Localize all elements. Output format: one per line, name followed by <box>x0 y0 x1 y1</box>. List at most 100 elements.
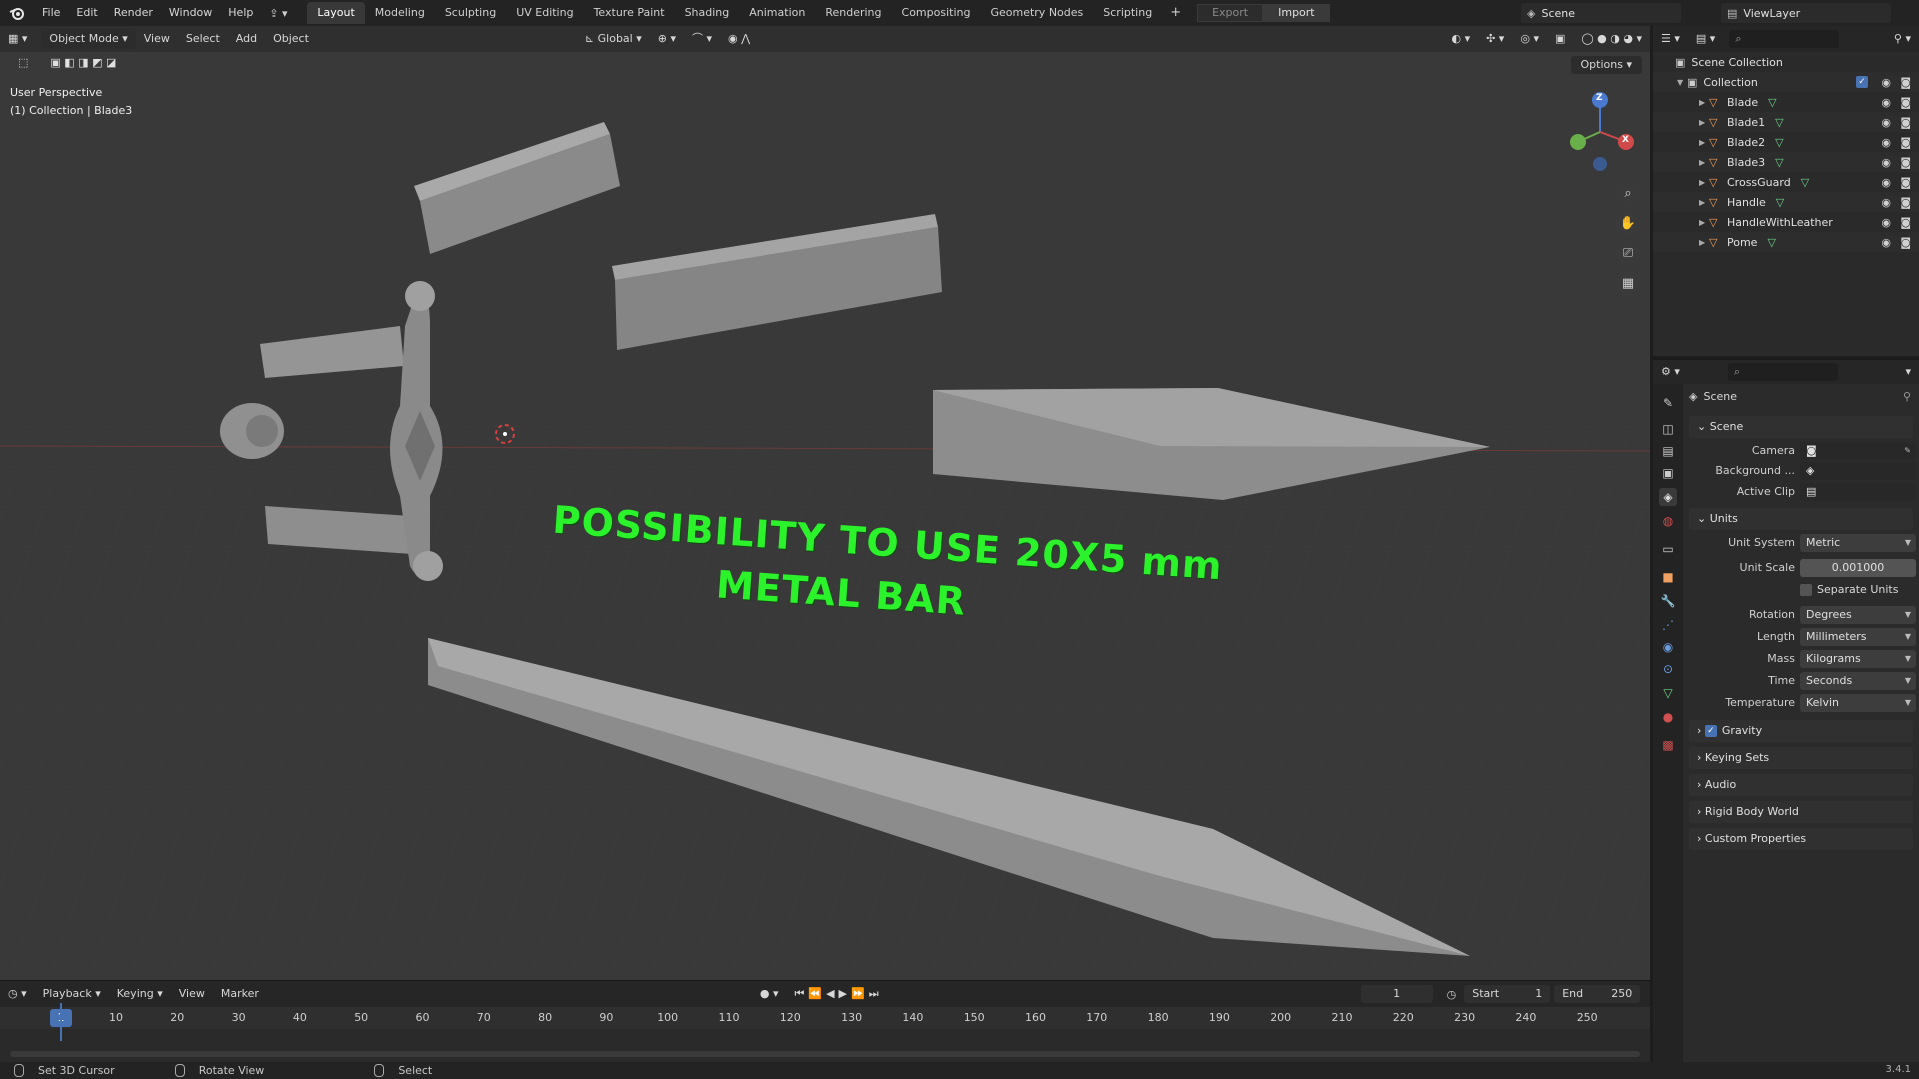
collection-checkbox[interactable]: ✓ <box>1856 76 1868 88</box>
tab-animation[interactable]: Animation <box>739 2 815 24</box>
temperature-select[interactable]: Kelvin ▼ <box>1800 694 1916 712</box>
texture-tab-icon[interactable]: ▩ <box>1659 736 1677 754</box>
outliner-item-handlewithleather[interactable]: ▶ ▽ HandleWithLeather ◉ ◙ <box>1653 212 1919 232</box>
modifier-tab-icon[interactable]: 🔧 <box>1659 592 1677 610</box>
view-layer-tab-icon[interactable]: ▣ <box>1659 464 1677 482</box>
tool-tab-icon[interactable]: ✎ <box>1659 394 1677 412</box>
physics-tab-icon[interactable]: ◉ <box>1659 638 1677 656</box>
tab-layout[interactable]: Layout <box>307 2 365 24</box>
gravity-panel-header[interactable]: › ✓ Gravity <box>1689 720 1913 742</box>
end-frame-field[interactable]: End 250 <box>1554 985 1641 1003</box>
output-tab-icon[interactable]: ▤ <box>1659 442 1677 460</box>
pin-icon[interactable]: ⚲ <box>1903 390 1911 403</box>
import-button[interactable]: Import <box>1263 4 1330 22</box>
outliner-item-blade2[interactable]: ▶ ▽ Blade2 ▽ ◉ ◙ <box>1653 132 1919 152</box>
blender-logo-icon[interactable] <box>8 4 26 22</box>
rigid-body-world-panel-header[interactable]: › Rigid Body World <box>1689 801 1913 823</box>
display-mode-icon[interactable]: ▤ ▾ <box>1688 29 1723 49</box>
expand-icon[interactable]: ▶ <box>1699 158 1709 167</box>
pivot-icon[interactable]: ⊕ ▾ <box>650 29 684 49</box>
data-tab-icon[interactable]: ▽ <box>1659 684 1677 702</box>
mesh-data-icon[interactable]: ▽ <box>1776 196 1784 209</box>
eye-icon[interactable]: ◉ <box>1881 176 1891 189</box>
mesh-data-icon[interactable]: ▽ <box>1801 176 1809 189</box>
menu-view[interactable]: View <box>136 29 178 49</box>
outliner-item-blade3[interactable]: ▶ ▽ Blade3 ▽ ◉ ◙ <box>1653 152 1919 172</box>
render-tab-icon[interactable]: ◫ <box>1659 420 1677 438</box>
options-button[interactable]: Options ▾ <box>1570 56 1642 74</box>
outliner-item-handle[interactable]: ▶ ▽ Handle ▽ ◉ ◙ <box>1653 192 1919 212</box>
object-mode-select[interactable]: Object Mode ▾ <box>41 29 136 49</box>
snap-icon[interactable]: ⌒ ▾ <box>684 29 720 49</box>
camera-icon[interactable]: ◙ <box>1900 236 1911 249</box>
view-layer-selector[interactable]: ▤ ViewLayer <box>1721 3 1891 23</box>
scene-selector[interactable]: ◈ Scene <box>1521 3 1681 23</box>
menu-file[interactable]: File <box>34 3 68 23</box>
current-frame-field[interactable]: 1 <box>1360 985 1433 1003</box>
add-workspace-button[interactable]: + <box>1162 2 1189 24</box>
active-clip-field[interactable]: ▤ <box>1800 483 1916 501</box>
collection-tab-icon[interactable]: ▭ <box>1659 540 1677 558</box>
length-select[interactable]: Millimeters ▼ <box>1800 628 1916 646</box>
ortho-grid-icon[interactable]: ▦ <box>1616 272 1640 296</box>
timeline-scrollbar[interactable] <box>10 1051 1640 1057</box>
outliner-item-pome[interactable]: ▶ ▽ Pome ▽ ◉ ◙ <box>1653 232 1919 252</box>
tab-modeling[interactable]: Modeling <box>365 2 435 24</box>
expand-icon[interactable]: ▶ <box>1699 118 1709 127</box>
zoom-icon[interactable]: ⌕ <box>1616 182 1640 206</box>
camera-icon[interactable]: ◙ <box>1900 96 1911 109</box>
tab-compositing[interactable]: Compositing <box>892 2 981 24</box>
eye-icon[interactable]: ◉ <box>1881 136 1891 149</box>
eye-icon[interactable]: ◉ <box>1881 196 1891 209</box>
properties-editor-icon[interactable]: ⚙ ▾ <box>1653 362 1688 382</box>
camera-icon[interactable]: ◙ <box>1900 136 1911 149</box>
eye-icon[interactable]: ◉ <box>1881 96 1891 109</box>
camera-icon[interactable]: ◙ <box>1900 76 1911 89</box>
scene-collection-row[interactable]: ▣ Scene Collection <box>1653 52 1919 72</box>
playback-controls[interactable]: ⏮⏪◀▶⏩⏭ <box>787 984 891 1004</box>
properties-options-icon[interactable]: ▾ <box>1897 362 1919 382</box>
select-box-icon[interactable]: ⬚ <box>18 56 28 69</box>
mesh-data-icon[interactable]: ▽ <box>1767 236 1775 249</box>
tab-texture-paint[interactable]: Texture Paint <box>584 2 675 24</box>
editor-type-icon[interactable]: ▦ ▾ <box>0 29 35 49</box>
constraints-tab-icon[interactable]: ⊙ <box>1659 660 1677 678</box>
menu-render[interactable]: Render <box>106 3 161 23</box>
unit-system-select[interactable]: Metric ▼ <box>1800 534 1916 552</box>
keying-sets-panel-header[interactable]: › Keying Sets <box>1689 747 1913 769</box>
outliner-search-field[interactable]: ⌕ <box>1729 30 1840 48</box>
tab-geometry-nodes[interactable]: Geometry Nodes <box>980 2 1093 24</box>
material-tab-icon[interactable]: ● <box>1659 708 1677 726</box>
mesh-data-icon[interactable]: ▽ <box>1775 156 1783 169</box>
frame-ruler[interactable]: 1 10203040506070809010011012013014015016… <box>0 1007 1650 1029</box>
custom-properties-panel-header[interactable]: › Custom Properties <box>1689 828 1913 850</box>
menu-keying[interactable]: Keying ▾ <box>109 984 171 1004</box>
outliner-item-blade[interactable]: ▶ ▽ Blade ▽ ◉ ◙ <box>1653 92 1919 112</box>
mass-select[interactable]: Kilograms ▼ <box>1800 650 1916 668</box>
collapse-icon[interactable]: ▼ <box>1677 78 1687 87</box>
rotation-select[interactable]: Degrees ▼ <box>1800 606 1916 624</box>
camera-icon[interactable]: ◙ <box>1900 116 1911 129</box>
tab-shading[interactable]: Shading <box>675 2 740 24</box>
outliner-item-blade1[interactable]: ▶ ▽ Blade1 ▽ ◉ ◙ <box>1653 112 1919 132</box>
3d-viewport[interactable]: ▦ ▾ Object Mode ▾ View Select Add Object… <box>0 26 1650 980</box>
pan-hand-icon[interactable]: ✋ <box>1616 212 1640 236</box>
menu-select[interactable]: Select <box>178 29 228 49</box>
camera-icon[interactable]: ◙ <box>1900 176 1911 189</box>
expand-icon[interactable]: ▶ <box>1699 218 1709 227</box>
filter-icon[interactable]: ⚲ ▾ <box>1886 29 1919 49</box>
overlays-icon[interactable]: ◎ ▾ <box>1512 29 1547 49</box>
units-panel-header[interactable]: ⌄ Units <box>1689 508 1913 530</box>
timeline-editor-icon[interactable]: ◷ ▾ <box>0 984 35 1004</box>
menu-edit[interactable]: Edit <box>68 3 105 23</box>
proportional-edit-icon[interactable]: ◉ ⋀ <box>720 29 758 49</box>
gizmo-toggle-icon[interactable]: ✣ ▾ <box>1478 29 1512 49</box>
upload-icon[interactable]: ⇪ ▾ <box>261 3 295 23</box>
mesh-data-icon[interactable]: ▽ <box>1775 136 1783 149</box>
outliner-item-crossguard[interactable]: ▶ ▽ CrossGuard ▽ ◉ ◙ <box>1653 172 1919 192</box>
menu-marker[interactable]: Marker <box>213 984 267 1004</box>
visibility-icon[interactable]: ◐ ▾ <box>1443 29 1478 49</box>
scene-panel-header[interactable]: ⌄ Scene <box>1689 416 1913 438</box>
eye-icon[interactable]: ◉ <box>1881 236 1891 249</box>
tab-sculpting[interactable]: Sculpting <box>435 2 506 24</box>
